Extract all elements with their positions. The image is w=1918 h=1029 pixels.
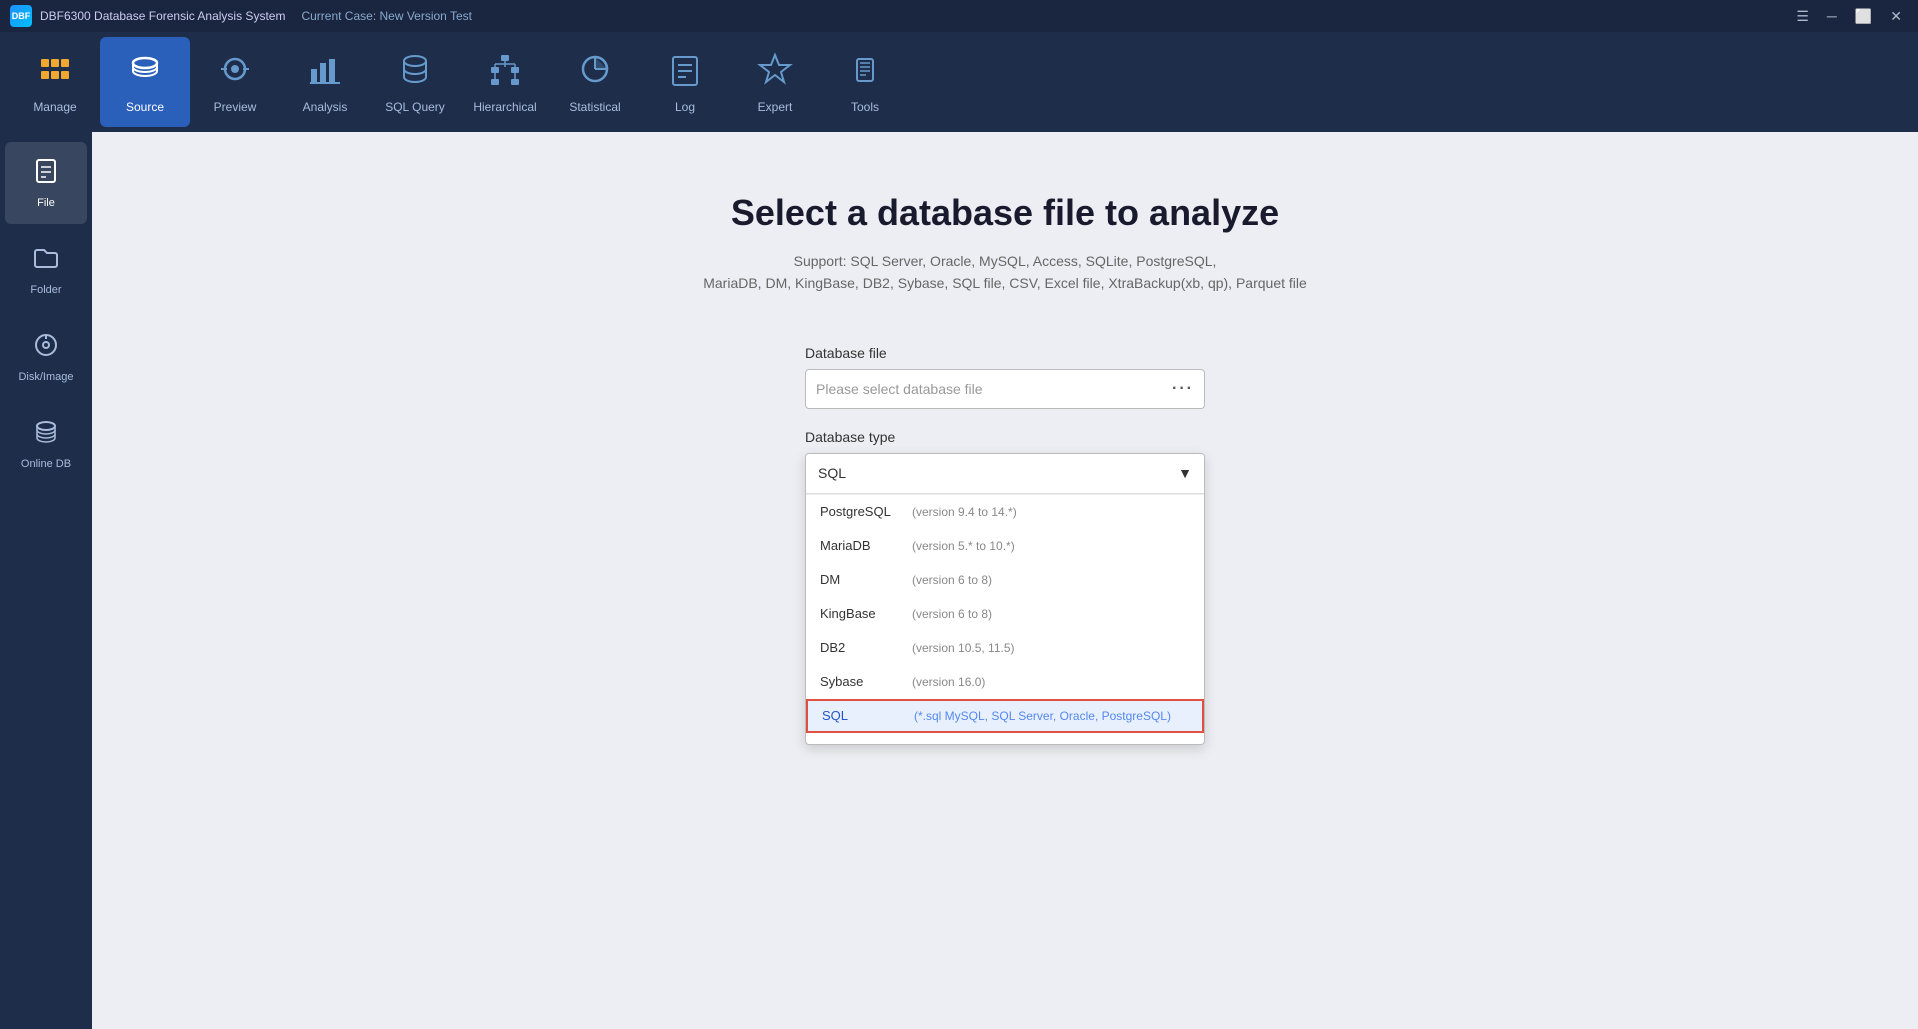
toolbar-item-source[interactable]: Source bbox=[100, 37, 190, 127]
analysis-icon bbox=[307, 51, 343, 94]
maximize-btn[interactable]: ⬜ bbox=[1849, 6, 1878, 27]
dropdown-item-sql[interactable]: SQL (*.sql MySQL, SQL Server, Oracle, Pos… bbox=[806, 699, 1204, 733]
disk-icon bbox=[32, 331, 60, 366]
expert-icon bbox=[757, 51, 793, 94]
sql-query-label: SQL Query bbox=[385, 100, 445, 114]
toolbar-item-manage[interactable]: Manage bbox=[10, 37, 100, 127]
dropdown-item-name: KingBase bbox=[820, 606, 900, 621]
file-icon bbox=[32, 157, 60, 192]
app-name: DBF6300 Database Forensic Analysis Syste… bbox=[40, 9, 285, 23]
source-label: Source bbox=[126, 100, 164, 114]
toolbar-item-analysis[interactable]: Analysis bbox=[280, 37, 370, 127]
toolbar-item-statistical[interactable]: Statistical bbox=[550, 37, 640, 127]
toolbar-item-tools[interactable]: Tools bbox=[820, 37, 910, 127]
sidebar-item-online-db[interactable]: Online DB bbox=[5, 403, 87, 485]
log-label: Log bbox=[675, 100, 695, 114]
folder-label: Folder bbox=[30, 284, 61, 296]
content-area: Select a database file to analyze Suppor… bbox=[92, 132, 1918, 1029]
file-label: File bbox=[37, 197, 55, 209]
dropdown-item-sybase[interactable]: Sybase (version 16.0) bbox=[806, 665, 1204, 699]
db-file-browse-button[interactable]: ··· bbox=[1172, 380, 1194, 398]
dropdown-item-name: DB2 bbox=[820, 640, 900, 655]
db-file-placeholder: Please select database file bbox=[816, 381, 1172, 397]
source-icon bbox=[127, 51, 163, 94]
page-subtitle: Support: SQL Server, Oracle, MySQL, Acce… bbox=[703, 250, 1307, 295]
sidebar: File Folder Disk/Image bbox=[0, 132, 92, 1029]
dropdown-item-name: PostgreSQL bbox=[820, 504, 900, 519]
dropdown-item-dm[interactable]: DM (version 6 to 8) bbox=[806, 563, 1204, 597]
db-file-input[interactable]: Please select database file ··· bbox=[805, 369, 1205, 409]
toolbar: Manage Source Preview bbox=[0, 32, 1918, 132]
tools-icon bbox=[847, 51, 883, 94]
dropdown-item-postgresql[interactable]: PostgreSQL (version 9.4 to 14.*) bbox=[806, 495, 1204, 529]
dropdown-item-version: (version 16.0) bbox=[912, 675, 985, 689]
sidebar-item-folder[interactable]: Folder bbox=[5, 229, 87, 311]
tools-label: Tools bbox=[851, 100, 879, 114]
preview-label: Preview bbox=[214, 100, 257, 114]
dropdown-item-version: (*.csv) bbox=[912, 743, 946, 744]
hierarchical-label: Hierarchical bbox=[473, 100, 536, 114]
sidebar-item-disk-image[interactable]: Disk/Image bbox=[5, 316, 87, 398]
minimize-btn[interactable]: ─ bbox=[1821, 6, 1843, 27]
manage-icon bbox=[37, 51, 73, 94]
folder-icon bbox=[32, 244, 60, 279]
expert-label: Expert bbox=[758, 100, 793, 114]
preview-icon bbox=[217, 51, 253, 94]
toolbar-item-sql-query[interactable]: SQL Query bbox=[370, 37, 460, 127]
db-file-label: Database file bbox=[805, 345, 1205, 361]
analysis-label: Analysis bbox=[303, 100, 348, 114]
dropdown-item-version: (*.sql MySQL, SQL Server, Oracle, Postgr… bbox=[914, 709, 1171, 723]
dropdown-item-name: MariaDB bbox=[820, 538, 900, 553]
dropdown-arrow-icon: ▼ bbox=[1178, 465, 1192, 481]
db-type-dropdown[interactable]: SQL ▼ PostgreSQL (version 9.4 to 14.*) Mar… bbox=[805, 453, 1205, 745]
toolbar-item-expert[interactable]: Expert bbox=[730, 37, 820, 127]
dropdown-item-mariadb[interactable]: MariaDB (version 5.* to 10.*) bbox=[806, 529, 1204, 563]
toolbar-item-hierarchical[interactable]: Hierarchical bbox=[460, 37, 550, 127]
dropdown-item-csv[interactable]: CSV (*.csv) bbox=[806, 733, 1204, 744]
db-type-selected-value: SQL bbox=[818, 465, 846, 481]
toolbar-item-preview[interactable]: Preview bbox=[190, 37, 280, 127]
dropdown-item-name: CSV bbox=[820, 742, 900, 744]
dropdown-item-name: SQL bbox=[822, 708, 902, 723]
online-db-icon bbox=[32, 418, 60, 453]
sidebar-item-file[interactable]: File bbox=[5, 142, 87, 224]
dropdown-item-kingbase[interactable]: KingBase (version 6 to 8) bbox=[806, 597, 1204, 631]
dropdown-item-version: (version 6 to 8) bbox=[912, 573, 992, 587]
disk-image-label: Disk/Image bbox=[18, 371, 73, 383]
db-type-header[interactable]: SQL ▼ bbox=[806, 454, 1204, 494]
current-case: Current Case: New Version Test bbox=[301, 9, 472, 23]
app-logo: DBF bbox=[10, 5, 32, 27]
statistical-label: Statistical bbox=[569, 100, 620, 114]
dropdown-item-version: (version 6 to 8) bbox=[912, 607, 992, 621]
page-title: Select a database file to analyze bbox=[731, 192, 1279, 234]
db-type-dropdown-wrapper: SQL ▼ PostgreSQL (version 9.4 to 14.*) Mar… bbox=[805, 453, 1205, 745]
online-db-label: Online DB bbox=[21, 458, 71, 470]
toolbar-item-log[interactable]: Log bbox=[640, 37, 730, 127]
window-controls: ☰ ─ ⬜ ✕ bbox=[1790, 6, 1908, 27]
dropdown-item-name: Sybase bbox=[820, 674, 900, 689]
manage-label: Manage bbox=[33, 100, 76, 114]
statistical-icon bbox=[577, 51, 613, 94]
hierarchical-icon bbox=[487, 51, 523, 94]
dropdown-item-version: (version 5.* to 10.*) bbox=[912, 539, 1015, 553]
dropdown-item-db2[interactable]: DB2 (version 10.5, 11.5) bbox=[806, 631, 1204, 665]
dropdown-items-list: PostgreSQL (version 9.4 to 14.*) MariaDB (v… bbox=[806, 494, 1204, 744]
menu-btn[interactable]: ☰ bbox=[1790, 6, 1815, 27]
close-btn[interactable]: ✕ bbox=[1884, 6, 1908, 27]
form-section: Database file Please select database fil… bbox=[805, 345, 1205, 745]
titlebar: DBF DBF6300 Database Forensic Analysis S… bbox=[0, 0, 1918, 32]
db-type-label: Database type bbox=[805, 429, 1205, 445]
dropdown-item-version: (version 10.5, 11.5) bbox=[912, 641, 1015, 655]
dropdown-item-version: (version 9.4 to 14.*) bbox=[912, 505, 1017, 519]
main-layout: File Folder Disk/Image bbox=[0, 132, 1918, 1029]
dropdown-item-name: DM bbox=[820, 572, 900, 587]
sql-query-icon bbox=[397, 51, 433, 94]
log-icon bbox=[667, 51, 703, 94]
